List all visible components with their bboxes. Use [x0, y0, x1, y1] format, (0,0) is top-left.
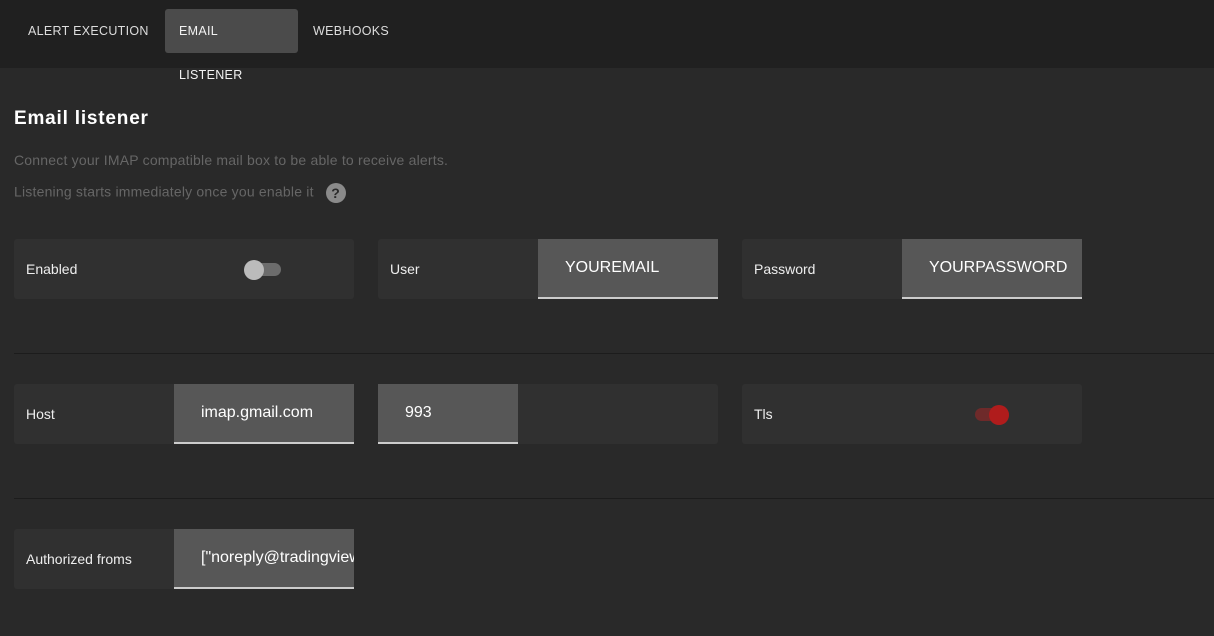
page-title: Email listener — [14, 108, 149, 129]
password-card: Password — [742, 239, 1082, 299]
help-icon[interactable]: ? — [325, 183, 346, 203]
tls-card: Tls — [742, 384, 1082, 444]
authorized-froms-input[interactable] — [174, 529, 354, 589]
host-input[interactable] — [174, 384, 354, 444]
host-label: Host — [26, 406, 55, 422]
user-label: User — [390, 261, 420, 277]
password-label: Password — [754, 261, 816, 277]
note-text: Listening starts immediately once you en… — [14, 183, 314, 200]
authorized-froms-label: Authorized froms — [26, 551, 132, 567]
enabled-card: Enabled — [14, 239, 354, 299]
enabled-label: Enabled — [26, 261, 78, 277]
divider — [14, 498, 1214, 499]
user-card: User — [378, 239, 718, 299]
user-input[interactable] — [538, 239, 718, 299]
enabled-toggle[interactable] — [244, 260, 281, 280]
password-input[interactable] — [902, 239, 1082, 299]
note: Listening starts immediately once you en… — [14, 183, 346, 203]
tab-email-listener[interactable]: EMAIL LISTENER — [165, 9, 298, 82]
tls-label: Tls — [754, 406, 773, 422]
tab-alert-execution[interactable]: ALERT EXECUTION — [14, 9, 163, 53]
port-card — [378, 384, 718, 444]
description: Connect your IMAP compatible mail box to… — [14, 152, 449, 168]
toggle-knob — [989, 405, 1009, 425]
host-card: Host — [14, 384, 354, 444]
authorized-froms-card: Authorized froms — [14, 529, 354, 589]
tab-bar: ALERT EXECUTION EMAIL LISTENER WEBHOOKS — [0, 0, 1214, 82]
port-input[interactable] — [378, 384, 518, 444]
tab-webhooks[interactable]: WEBHOOKS — [299, 9, 403, 53]
divider — [14, 353, 1214, 354]
toggle-knob — [244, 260, 264, 280]
tls-toggle[interactable] — [972, 405, 1009, 425]
